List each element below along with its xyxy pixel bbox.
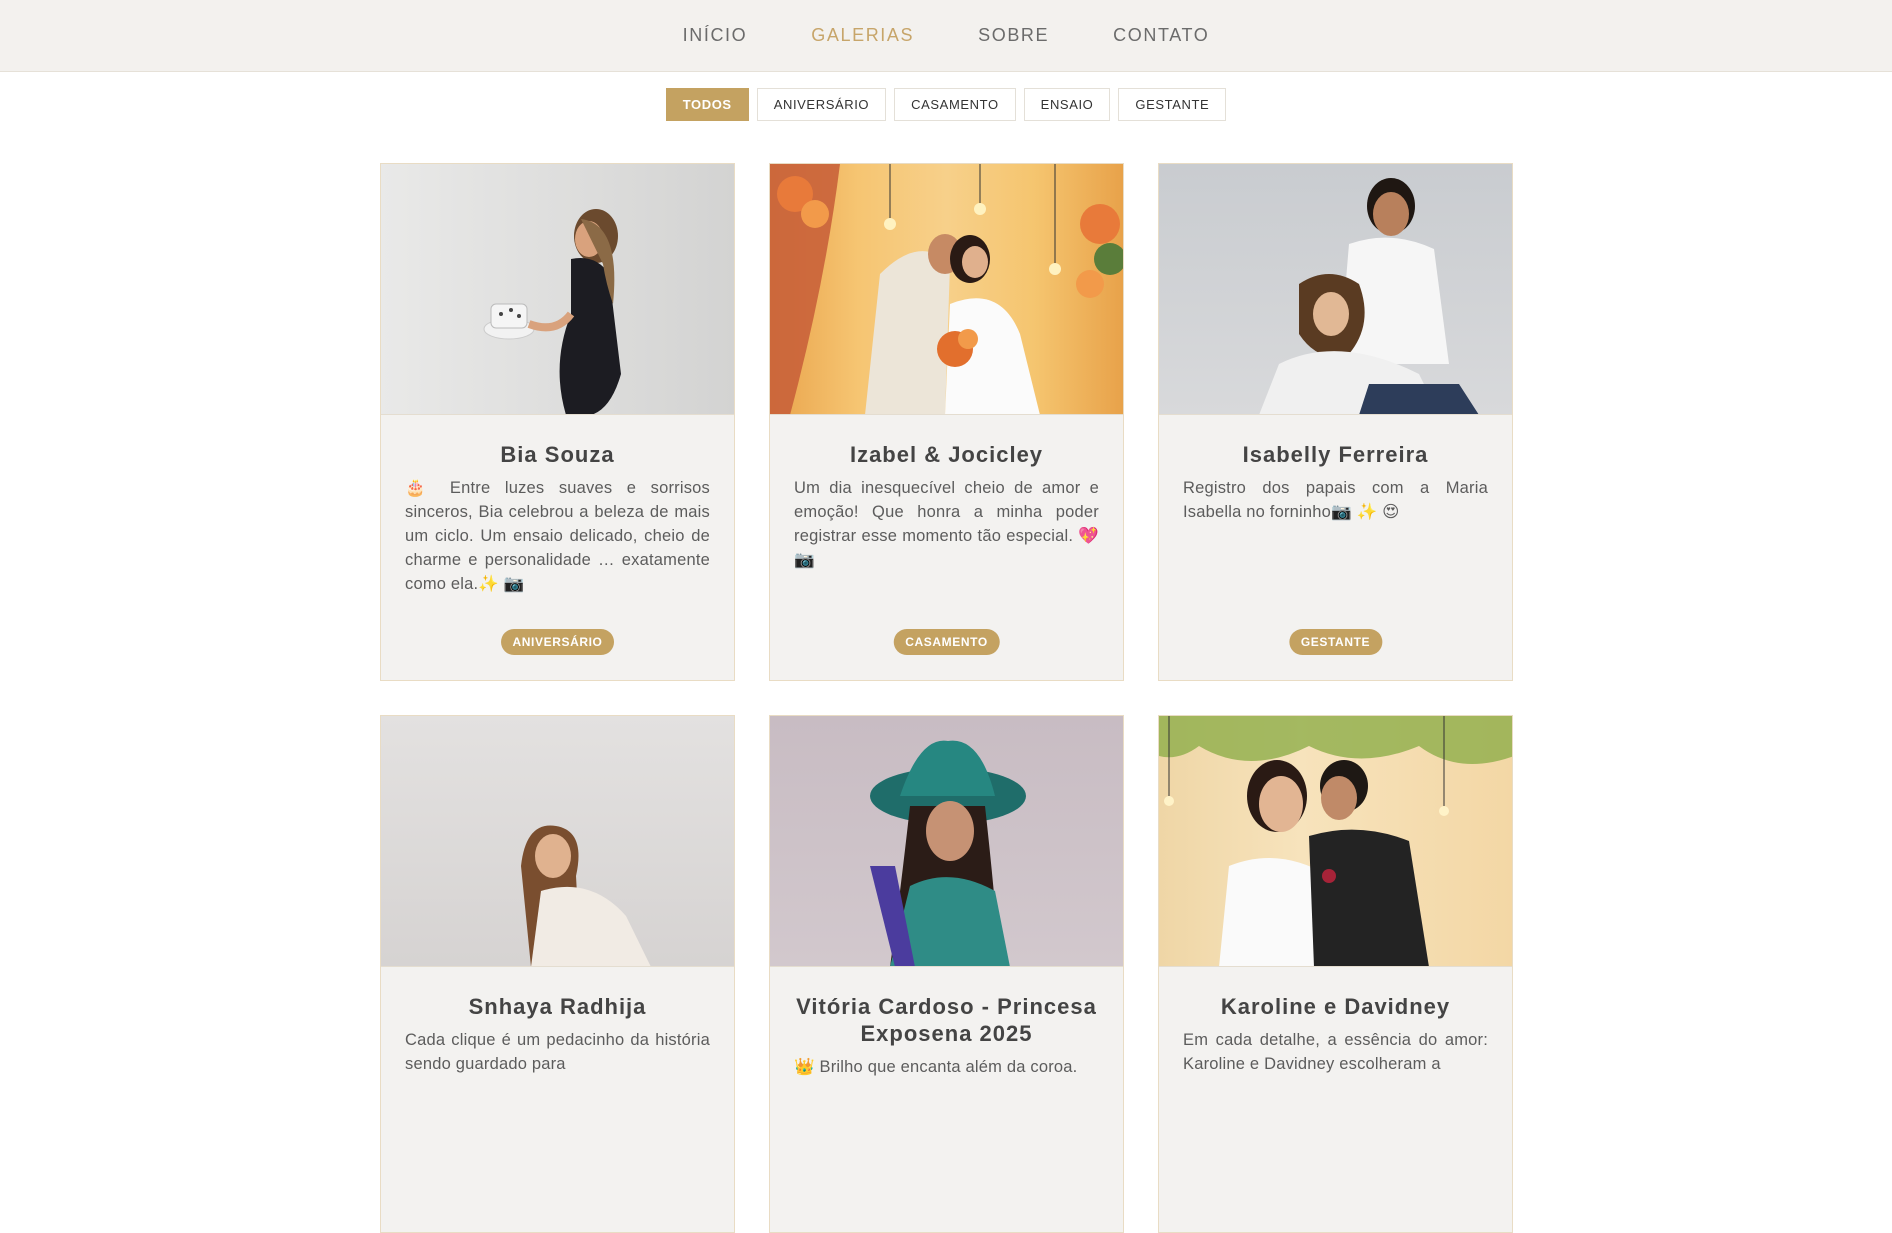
gallery-card-title[interactable]: Isabelly Ferreira [1159, 441, 1512, 468]
top-navigation: INÍCIO GALERIAS SOBRE CONTATO [0, 0, 1892, 72]
gallery-card[interactable]: Snhaya Radhija Cada clique é um pedacinh… [380, 715, 735, 1233]
nav-item-inicio[interactable]: INÍCIO [683, 25, 748, 46]
gallery-card[interactable]: Izabel & Jocicley Um dia inesquecível ch… [769, 163, 1124, 681]
nav-item-sobre[interactable]: SOBRE [978, 25, 1049, 46]
gallery-filter-bar: TODOS ANIVERSÁRIO CASAMENTO ENSAIO GESTA… [0, 88, 1892, 121]
filter-casamento-button[interactable]: CASAMENTO [894, 88, 1016, 121]
gallery-card-description: Cada clique é um pedacinho da história s… [405, 1031, 710, 1073]
gallery-card-photo[interactable] [1159, 716, 1512, 967]
gallery-card-photo[interactable] [381, 716, 734, 967]
gallery-card-photo[interactable] [381, 164, 734, 415]
gallery-card-description: 👑 Brilho que encanta além da coroa. [794, 1058, 1078, 1076]
gallery-grid: Bia Souza 🎂 Entre luzes suaves e sorriso… [380, 163, 1515, 1233]
gallery-card-title[interactable]: Vitória Cardoso - Princesa Exposena 2025 [770, 993, 1123, 1047]
gallery-card-description: Registro dos papais com a Maria Isabella… [1183, 479, 1488, 521]
gallery-card-title[interactable]: Karoline e Davidney [1159, 993, 1512, 1020]
filter-gestante-button[interactable]: GESTANTE [1118, 88, 1227, 121]
category-badge[interactable]: CASAMENTO [893, 629, 1000, 655]
nav-item-galerias[interactable]: GALERIAS [811, 25, 914, 46]
gallery-card-photo[interactable] [770, 716, 1123, 967]
category-badge[interactable]: GESTANTE [1288, 629, 1383, 655]
filter-ensaio-button[interactable]: ENSAIO [1023, 88, 1111, 121]
gallery-card-description: Em cada detalhe, a essência do amor: Kar… [1183, 1031, 1488, 1073]
gallery-card[interactable]: Karoline e Davidney Em cada detalhe, a e… [1158, 715, 1513, 1233]
gallery-card-title[interactable]: Snhaya Radhija [381, 993, 734, 1020]
nav-menu: INÍCIO GALERIAS SOBRE CONTATO [683, 25, 1210, 46]
gallery-card-photo[interactable] [1159, 164, 1512, 415]
gallery-card[interactable]: Isabelly Ferreira Registro dos papais co… [1158, 163, 1513, 681]
gallery-card-description: Um dia inesquecível cheio de amor e emoç… [794, 479, 1099, 569]
category-badge[interactable]: ANIVERSÁRIO [500, 629, 615, 655]
filter-aniversario-button[interactable]: ANIVERSÁRIO [756, 88, 887, 121]
gallery-card-photo[interactable] [770, 164, 1123, 415]
gallery-card-description: 🎂 Entre luzes suaves e sorrisos sinceros… [405, 479, 710, 593]
gallery-card[interactable]: Vitória Cardoso - Princesa Exposena 2025… [769, 715, 1124, 1233]
filter-todos-button[interactable]: TODOS [665, 88, 749, 121]
nav-item-contato[interactable]: CONTATO [1113, 25, 1209, 46]
gallery-card[interactable]: Bia Souza 🎂 Entre luzes suaves e sorriso… [380, 163, 735, 681]
gallery-card-title[interactable]: Bia Souza [381, 441, 734, 468]
gallery-card-title[interactable]: Izabel & Jocicley [770, 441, 1123, 468]
